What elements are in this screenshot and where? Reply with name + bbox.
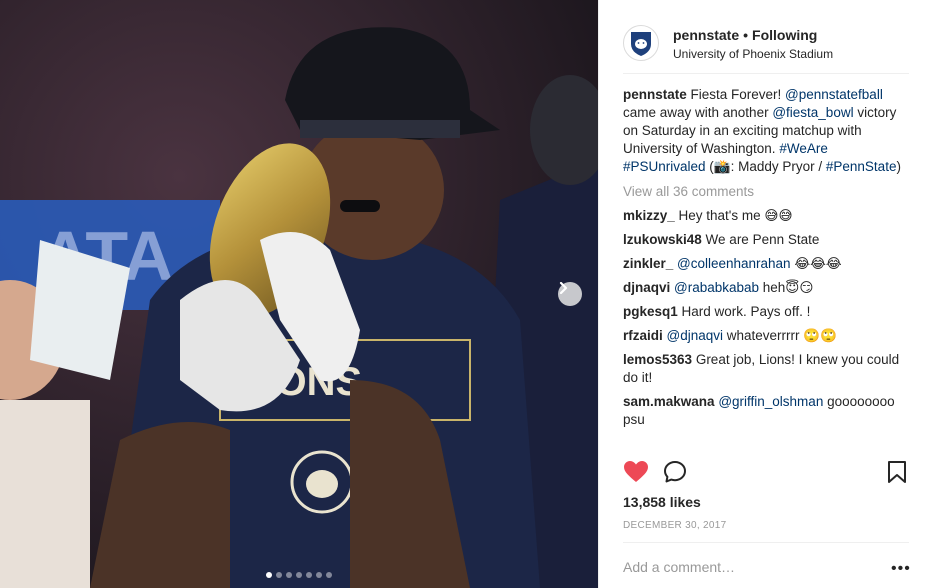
comment-text: heh😇😏 [759, 280, 814, 295]
next-slide-button[interactable] [558, 282, 582, 306]
location-link[interactable]: University of Phoenix Stadium [673, 47, 833, 61]
bookmark-icon [888, 461, 906, 483]
carousel-dot [286, 572, 292, 578]
header-divider [623, 73, 909, 74]
caption-hashtag[interactable]: #PSUnrivaled [623, 159, 706, 174]
speech-bubble-icon [664, 461, 686, 483]
carousel-dot [276, 572, 282, 578]
post-side-panel: pennstate • Following University of Phoeni… [598, 0, 925, 588]
comment-username[interactable]: pgkesq1 [623, 304, 678, 319]
comment-username[interactable]: lzukowski48 [623, 232, 702, 247]
penn-state-logo-icon [631, 32, 651, 56]
comment-username[interactable]: mkizzy_ [623, 208, 675, 223]
post-header: pennstate • Following University of Phoeni… [623, 14, 909, 72]
view-all-comments-link[interactable]: View all 36 comments [623, 183, 913, 201]
comment-username[interactable]: zinkler_ [623, 256, 673, 271]
comment-item: pgkesq1 Hard work. Pays off. ! [623, 303, 913, 321]
chevron-right-icon [559, 282, 568, 294]
caption-text: (📸: Maddy Pryor / [705, 159, 826, 174]
comment-username[interactable]: rfzaidi [623, 328, 663, 343]
following-button[interactable]: Following [752, 27, 817, 43]
caption-mention[interactable]: @fiesta_bowl [772, 105, 853, 120]
comment-username[interactable]: sam.makwana [623, 394, 715, 409]
comment-button[interactable] [663, 460, 687, 489]
comment-text: Hard work. Pays off. ! [677, 304, 811, 319]
caption-hashtag[interactable]: #WeAre [779, 141, 828, 156]
comment-username[interactable]: lemos5363 [623, 352, 692, 367]
post-date[interactable]: December 30, 2017 [623, 520, 726, 531]
caption-hashtag[interactable]: #PennState [826, 159, 897, 174]
footer-divider [623, 542, 909, 543]
comment-mention[interactable]: @griffin_olshman [715, 394, 823, 409]
carousel-dot [306, 572, 312, 578]
comment-item: lzukowski48 We are Penn State [623, 231, 913, 249]
carousel-indicator [0, 572, 598, 578]
action-bar [623, 460, 911, 486]
carousel-dot [266, 572, 272, 578]
caption-username[interactable]: pennstate [623, 87, 687, 102]
separator: • [743, 26, 749, 43]
comment-username[interactable]: djnaqvi [623, 280, 670, 295]
caption-text: ) [896, 159, 901, 174]
comment-item: lemos5363 Great job, Lions! I knew you c… [623, 351, 913, 387]
carousel-dot [296, 572, 302, 578]
caption-text: Fiesta Forever! [686, 87, 786, 102]
caption-mention[interactable]: @pennstatefball [785, 87, 883, 102]
comment-text: 😂😂😂 [790, 256, 842, 271]
comment-mention[interactable]: @rababkabab [670, 280, 759, 295]
comment-item: mkizzy_ Hey that's me 😅😅 [623, 207, 913, 225]
username-link[interactable]: pennstate [673, 27, 739, 43]
like-button[interactable] [623, 460, 649, 489]
more-options-button[interactable]: ••• [891, 560, 911, 578]
carousel-dot [316, 572, 322, 578]
caption-text: came away with another [623, 105, 773, 120]
comment-item: zinkler_ @colleenhanrahan 😂😂😂 [623, 255, 913, 273]
photo-illustration: ATA LIONS [0, 0, 598, 588]
comment-text: whateverrrrr 🙄🙄 [723, 328, 837, 343]
comment-mention[interactable]: @djnaqvi [663, 328, 724, 343]
add-comment-input[interactable] [623, 556, 873, 578]
post-photo[interactable]: ATA LIONS [0, 0, 598, 588]
avatar[interactable] [623, 25, 659, 61]
carousel-dot [326, 572, 332, 578]
likes-count[interactable]: 13,858 likes [623, 494, 701, 510]
comments-section: pennstate Fiesta Forever! @pennstatefbal… [623, 86, 913, 435]
save-button[interactable] [887, 460, 907, 489]
comment-mention[interactable]: @colleenhanrahan [673, 256, 791, 271]
comment-text: Hey that's me 😅😅 [674, 208, 793, 223]
comment-text: We are Penn State [701, 232, 820, 247]
caption: pennstate Fiesta Forever! @pennstatefbal… [623, 86, 913, 176]
comment-item: sam.makwana @griffin_olshman goooooooo p… [623, 393, 913, 429]
comment-item: rfzaidi @djnaqvi whateverrrrr 🙄🙄 [623, 327, 913, 345]
comment-item: djnaqvi @rababkabab heh😇😏 [623, 279, 913, 297]
heart-icon [624, 461, 648, 482]
